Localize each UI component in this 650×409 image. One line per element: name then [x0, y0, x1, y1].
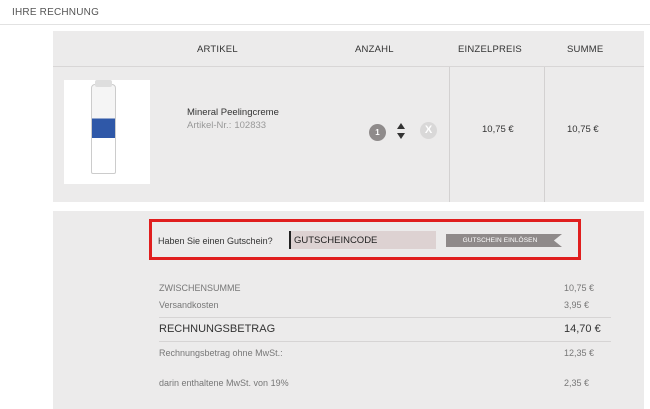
shipping-value: 3,95 € — [564, 300, 590, 310]
net-amount-label: Rechnungsbetrag ohne MwSt.: — [159, 348, 283, 358]
tube-shape — [91, 84, 116, 174]
quantity-value[interactable]: 1 — [369, 124, 386, 141]
article-number: Artikel-Nr.: 102833 — [187, 120, 269, 131]
divider — [159, 317, 611, 318]
line-total: 10,75 € — [567, 124, 599, 135]
quantity-increase-icon[interactable] — [397, 123, 405, 129]
vat-value: 2,35 € — [564, 378, 590, 388]
quantity-decrease-icon[interactable] — [397, 133, 405, 139]
voucher-code-input[interactable] — [289, 231, 436, 249]
unit-price: 10,75 € — [482, 124, 514, 135]
column-header-artikel: ARTIKEL — [197, 44, 238, 55]
subtotal-label: ZWISCHENSUMME — [159, 283, 241, 293]
shipping-label: Versandkosten — [159, 300, 219, 310]
divider — [159, 341, 611, 342]
divider — [0, 24, 650, 25]
column-header-einzelpreis: EINZELPREIS — [458, 44, 522, 55]
remove-item-button[interactable]: X — [420, 122, 437, 139]
redeem-voucher-button[interactable]: GUTSCHEIN EINLÖSEN — [446, 234, 562, 247]
product-tube-image[interactable] — [64, 80, 150, 184]
article-number-label: Artikel-Nr.: — [187, 120, 232, 131]
column-header-anzahl: ANZAHL — [355, 44, 394, 55]
invoice-total-value: 14,70 € — [564, 323, 601, 335]
page-title: IHRE RECHNUNG — [12, 7, 100, 18]
article-number-value: 102833 — [234, 120, 267, 131]
divider — [544, 67, 545, 202]
subtotal-value: 10,75 € — [564, 283, 595, 293]
divider — [449, 67, 450, 202]
invoice-total-label: RECHNUNGSBETRAG — [159, 323, 276, 335]
net-amount-value: 12,35 € — [564, 348, 595, 358]
divider — [53, 66, 644, 67]
product-name[interactable]: Mineral Peelingcreme — [187, 107, 279, 118]
column-header-summe: SUMME — [567, 44, 604, 55]
voucher-question: Haben Sie einen Gutschein? — [158, 236, 273, 246]
vat-label: darin enthaltene MwSt. von 19% — [159, 378, 289, 388]
tube-cap — [95, 80, 112, 87]
